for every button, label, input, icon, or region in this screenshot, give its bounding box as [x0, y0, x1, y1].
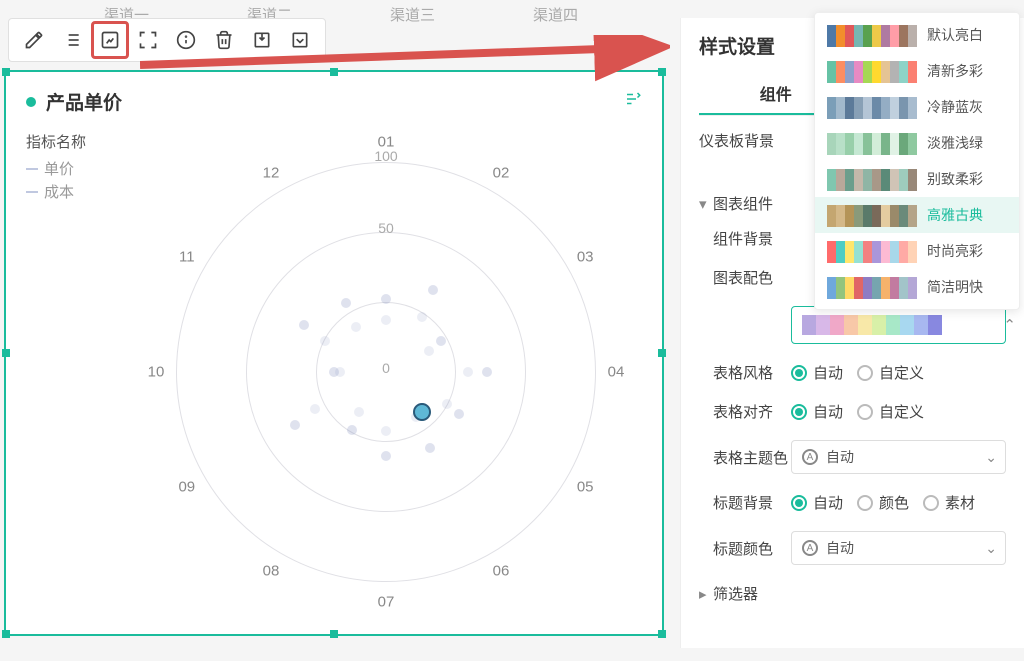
edit-icon[interactable]	[15, 21, 53, 59]
radio-custom[interactable]: 自定义	[857, 362, 924, 383]
data-point[interactable]	[381, 451, 391, 461]
axis-label: 12	[263, 164, 280, 181]
radar-chart: 100 50 0 010203040506070809101112	[146, 132, 626, 612]
radio-auto[interactable]: 自动	[791, 362, 843, 383]
palette-select[interactable]: ⌃	[791, 306, 1006, 344]
data-point[interactable]	[442, 399, 452, 409]
axis-label: 02	[493, 164, 510, 181]
data-point[interactable]	[299, 320, 309, 330]
data-point[interactable]	[381, 294, 391, 304]
palette-option[interactable]: 时尚亮彩	[815, 233, 1019, 269]
data-point[interactable]	[417, 312, 427, 322]
row-title-color: 标题颜色 A自动 ⌄	[699, 531, 1006, 565]
export-icon[interactable]	[243, 21, 281, 59]
chart-panel[interactable]: 产品单价 指标名称 单价 成本 100 50 0 010203040506070…	[4, 70, 664, 636]
data-point[interactable]	[341, 298, 351, 308]
select-table-theme[interactable]: A自动 ⌄	[791, 440, 1006, 474]
palette-option[interactable]: 清新多彩	[815, 53, 1019, 89]
axis-label: 08	[263, 563, 280, 580]
tab-channel-4[interactable]: 渠道四	[529, 0, 582, 29]
select-title-color[interactable]: A自动 ⌄	[791, 531, 1006, 565]
tab-channel-3[interactable]: 渠道三	[386, 0, 439, 29]
chevron-down-icon: ⌄	[985, 449, 997, 466]
palette-option[interactable]: 高雅古典	[815, 197, 1019, 233]
palette-dropdown: 默认亮白清新多彩冷静蓝灰淡雅浅绿别致柔彩高雅古典时尚亮彩简洁明快	[814, 12, 1020, 310]
axis-label: 01	[378, 134, 395, 151]
row-table-align: 表格对齐 自动 自定义	[699, 401, 1006, 422]
resize-handle[interactable]	[330, 68, 338, 76]
data-point[interactable]	[320, 336, 330, 346]
data-point[interactable]	[454, 409, 464, 419]
row-palette-selector: ⌃	[699, 306, 1006, 344]
resize-handle[interactable]	[658, 68, 666, 76]
section-filter[interactable]: ▸筛选器	[699, 583, 1006, 604]
palette-option[interactable]: 别致柔彩	[815, 161, 1019, 197]
row-table-theme: 表格主题色 A自动 ⌄	[699, 440, 1006, 474]
axis-label: 07	[378, 594, 395, 611]
axis-label: 03	[577, 249, 594, 266]
radio-auto[interactable]: 自动	[791, 492, 843, 513]
data-point[interactable]	[425, 443, 435, 453]
chevron-up-icon: ⌃	[1003, 316, 1016, 334]
fullscreen-icon[interactable]	[129, 21, 167, 59]
trash-icon[interactable]	[205, 21, 243, 59]
filter-icon[interactable]	[624, 90, 642, 113]
palette-option[interactable]: 冷静蓝灰	[815, 89, 1019, 125]
ring-label: 0	[382, 360, 390, 376]
dropdown-icon[interactable]	[281, 21, 319, 59]
data-point[interactable]	[424, 346, 434, 356]
info-icon[interactable]	[167, 21, 205, 59]
axis-label: 11	[179, 249, 195, 266]
panel-header: 产品单价	[6, 72, 662, 121]
data-point[interactable]	[335, 367, 345, 377]
chevron-down-icon: ⌄	[985, 540, 997, 557]
data-point[interactable]	[482, 367, 492, 377]
data-point[interactable]	[463, 367, 473, 377]
resize-handle[interactable]	[2, 630, 10, 638]
radio-custom[interactable]: 自定义	[857, 401, 924, 422]
style-settings-icon[interactable]	[91, 21, 129, 59]
data-point[interactable]	[351, 322, 361, 332]
palette-option[interactable]: 简洁明快	[815, 269, 1019, 305]
axis-label: 09	[178, 479, 195, 496]
axis-label: 06	[493, 563, 510, 580]
axis-label: 05	[577, 479, 594, 496]
data-point[interactable]	[310, 404, 320, 414]
data-point[interactable]	[290, 420, 300, 430]
list-icon[interactable]	[53, 21, 91, 59]
data-point[interactable]	[428, 285, 438, 295]
row-table-style: 表格风格 自动 自定义	[699, 362, 1006, 383]
data-point[interactable]	[354, 407, 364, 417]
ring-label: 50	[378, 220, 394, 236]
resize-handle[interactable]	[658, 630, 666, 638]
radio-color[interactable]: 颜色	[857, 492, 909, 513]
radio-material[interactable]: 素材	[923, 492, 975, 513]
row-title-bg: 标题背景 自动 颜色 素材	[699, 492, 1006, 513]
data-point[interactable]	[381, 426, 391, 436]
component-toolbar	[8, 18, 326, 62]
axis-label: 10	[148, 364, 165, 381]
data-point[interactable]	[347, 425, 357, 435]
data-point[interactable]	[381, 315, 391, 325]
palette-option[interactable]: 默认亮白	[815, 17, 1019, 53]
resize-handle[interactable]	[658, 349, 666, 357]
radio-auto[interactable]: 自动	[791, 401, 843, 422]
resize-handle[interactable]	[2, 68, 10, 76]
axis-label: 04	[608, 364, 625, 381]
title-marker-icon	[26, 97, 36, 107]
panel-title: 产品单价	[46, 88, 122, 115]
palette-option[interactable]: 淡雅浅绿	[815, 125, 1019, 161]
highlight-point[interactable]	[413, 403, 431, 421]
data-point[interactable]	[436, 336, 446, 346]
resize-handle[interactable]	[2, 349, 10, 357]
resize-handle[interactable]	[330, 630, 338, 638]
